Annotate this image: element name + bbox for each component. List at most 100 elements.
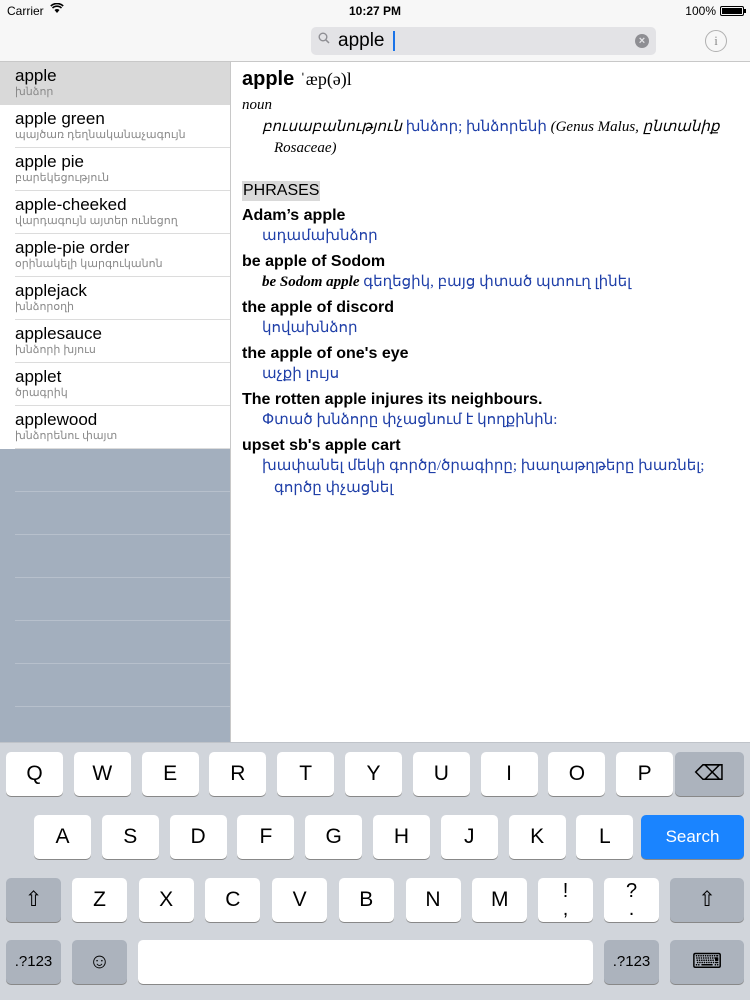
empty-row [15, 621, 230, 664]
list-item-word: applewood [15, 410, 98, 429]
phrase-translation: be Sodom apple գեղեցիկ, բայց փտած պտուղ … [242, 271, 742, 293]
list-item[interactable]: apple-pie order օրինակելի կարգուկանոն [15, 234, 230, 277]
shift-icon-right[interactable]: ⇧ [670, 878, 744, 922]
key-s[interactable]: S [101, 815, 159, 859]
list-item-word: apple green [15, 109, 105, 128]
key-m[interactable]: M [472, 878, 528, 922]
list-item-word: apple-cheeked [15, 195, 127, 214]
backspace-icon[interactable]: ⌫ [675, 752, 744, 796]
phrase: upset sb's apple cart [242, 437, 401, 454]
phrase-translation-text[interactable]: Փտած խնձորը փչացնում է կողքինին: [262, 412, 557, 428]
list-item-translation: պայծառ դեղնականաչագույն [15, 129, 186, 141]
key-l[interactable]: L [576, 815, 634, 859]
key-k[interactable]: K [508, 815, 566, 859]
list-item[interactable]: apple-cheeked վարդագույն այտեր ունեցող [15, 191, 230, 234]
emoji-icon[interactable]: ☺ [72, 940, 127, 984]
numbers-key-right[interactable]: .?123 [604, 940, 659, 984]
key-label: , [562, 898, 569, 920]
phrase-translation: ադամախնձոր [242, 225, 742, 247]
part-of-speech: noun [242, 97, 272, 113]
status-bar: Carrier 10:27 PM 100% [0, 0, 750, 22]
key-r[interactable]: R [209, 752, 267, 796]
list-item-translation: բարեկեցություն [15, 172, 110, 184]
list-item-translation: խնձորի խյուս [15, 344, 96, 356]
list-item-word: applet [15, 367, 62, 386]
search-input[interactable] [338, 29, 618, 53]
phrase: the apple of one's eye [242, 345, 409, 362]
shift-icon-left[interactable]: ⇧ [6, 878, 61, 922]
phrase-translation-text[interactable]: խափանել մեկի գործը/ծրագիրը; խաղաթղթերը խ… [262, 458, 704, 496]
phrase-translation-text[interactable]: կովախնձոր [262, 320, 357, 336]
search-bar: × i [0, 22, 750, 62]
sense-translation[interactable]: խնձոր; խնձորենի [406, 119, 547, 135]
phrase: The rotten apple injures its neighbours. [242, 391, 543, 408]
space-bar[interactable] [138, 940, 593, 984]
sense: բուսաբանություն խնձոր; խնձորենի (Genus M… [242, 117, 742, 159]
search-field[interactable]: × [311, 27, 656, 55]
phrases-heading: PHRASES [242, 181, 321, 201]
key-exclamation[interactable]: !, [538, 878, 593, 922]
phrase-translation: Փտած խնձորը փչացնում է կողքինին: [242, 409, 742, 431]
key-z[interactable]: Z [72, 878, 127, 922]
key-b[interactable]: B [338, 878, 394, 922]
key-a[interactable]: A [34, 815, 91, 859]
key-i[interactable]: I [480, 752, 538, 796]
key-u[interactable]: U [412, 752, 470, 796]
battery-percent: 100% [685, 4, 716, 18]
key-p[interactable]: P [616, 752, 674, 796]
key-j[interactable]: J [440, 815, 498, 859]
search-button[interactable]: Search [641, 815, 744, 859]
hide-keyboard-icon[interactable]: ⌨ [670, 940, 744, 984]
key-x[interactable]: X [138, 878, 194, 922]
list-item-word: apple [15, 66, 57, 85]
keyboard: Q W E R T Y U I O P ⌫ A S D F G H J K L Search ⇧ Z X C V B N M!,?. ⇧.… [0, 742, 750, 1000]
dictionary-entry: apple ˈæp(ə)l noun բուսաբանություն խնձոր… [242, 68, 742, 499]
phrase-translation: աչքի լույս [242, 363, 742, 385]
list-item[interactable]: applesauce խնձորի խյուս [15, 320, 230, 363]
phrase: the apple of discord [242, 299, 395, 316]
list-item[interactable]: apple green պայծառ դեղնականաչագույն [15, 105, 230, 148]
key-q[interactable]: Q [6, 752, 63, 796]
phrase-example: be Sodom apple [262, 274, 360, 290]
info-icon[interactable]: i [705, 30, 727, 52]
list-item[interactable]: applewood խնձորենու փայտ [15, 406, 230, 449]
list-item-translation: խնձորենու փայտ [15, 430, 118, 442]
key-h[interactable]: H [373, 815, 430, 859]
empty-row [15, 578, 230, 621]
key-question[interactable]: ?. [604, 878, 659, 922]
phrase-translation-text[interactable]: գեղեցիկ, բայց փտած պտուղ լինել [363, 274, 631, 290]
list-item[interactable]: apple pie բարեկեցություն [15, 148, 230, 191]
search-icon [318, 32, 330, 44]
word-list[interactable]: apple խնձոր apple green պայծառ դեղնականաչագ… [0, 62, 230, 750]
key-t[interactable]: T [277, 752, 335, 796]
key-n[interactable]: N [405, 878, 461, 922]
headword: apple [242, 68, 295, 90]
list-item-translation: օրինակելի կարգուկանոն [15, 258, 163, 270]
key-e[interactable]: E [141, 752, 199, 796]
key-c[interactable]: C [205, 878, 261, 922]
phrase: be apple of Sodom [242, 253, 386, 270]
phrase-translation-text[interactable]: աչքի լույս [262, 366, 339, 382]
key-y[interactable]: Y [345, 752, 402, 796]
key-d[interactable]: D [169, 815, 227, 859]
key-g[interactable]: G [305, 815, 363, 859]
key-w[interactable]: W [73, 752, 131, 796]
key-o[interactable]: O [548, 752, 606, 796]
key-label: . [628, 898, 635, 920]
list-item-word: apple-pie order [15, 238, 130, 257]
key-f[interactable]: F [237, 815, 295, 859]
list-item-translation: խնձորօղի [15, 301, 75, 313]
key-v[interactable]: V [272, 878, 328, 922]
entry-headline: apple ˈæp(ə)l [242, 68, 742, 91]
numbers-key-left[interactable]: .?123 [6, 940, 61, 984]
list-item-translation: խնձոր [15, 86, 54, 98]
phrase-translation-text[interactable]: ադամախնձոր [262, 228, 378, 244]
clear-icon[interactable]: × [635, 34, 649, 48]
list-item[interactable]: apple խնձոր [0, 62, 230, 105]
empty-row [15, 535, 230, 578]
empty-row [15, 664, 230, 707]
phrase-translation: կովախնձոր [242, 317, 742, 339]
clock: 10:27 PM [348, 4, 402, 18]
list-item[interactable]: applet ծրագրիկ [15, 363, 230, 406]
list-item[interactable]: applejack խնձորօղի [15, 277, 230, 320]
